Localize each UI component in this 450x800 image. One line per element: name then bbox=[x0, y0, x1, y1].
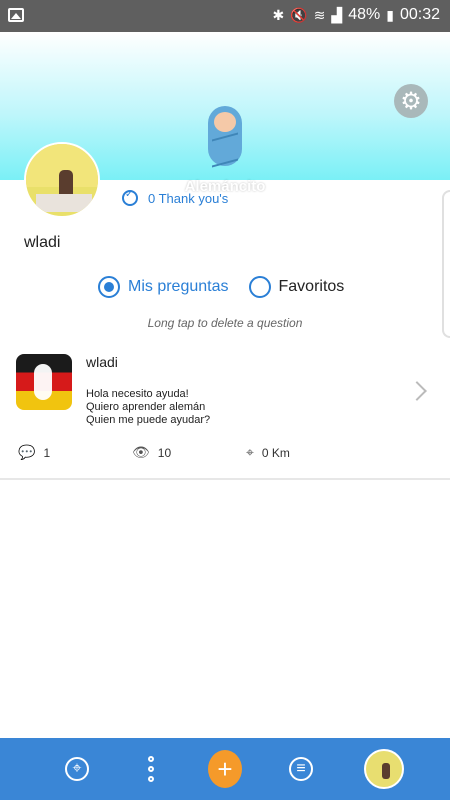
question-text: Hola necesito ayuda! Quiero aprender ale… bbox=[86, 388, 210, 427]
battery-icon: ▮ bbox=[386, 7, 394, 23]
distance-stat: ⌖ 0 Km bbox=[246, 444, 290, 461]
question-stats: 💬 1 👁 10 ⌖ 0 Km bbox=[0, 444, 450, 464]
chevron-right-icon[interactable] bbox=[407, 381, 427, 401]
radio-favoritos[interactable]: Favoritos bbox=[248, 276, 345, 298]
radio-mis-preguntas[interactable]: Mis preguntas bbox=[98, 276, 229, 298]
verified-badge-icon bbox=[122, 189, 138, 206]
status-bar: ✱ 🔇 ≋ ▟ 48% ▮ 00:32 bbox=[0, 0, 450, 32]
question-author-avatar bbox=[16, 354, 72, 410]
username: wladi bbox=[24, 234, 61, 251]
settings-gear-icon[interactable]: ⚙ bbox=[394, 84, 428, 118]
question-card[interactable]: wladi Hola necesito ayuda! Quiero aprend… bbox=[0, 340, 450, 480]
question-filter: Mis preguntas Favoritos bbox=[98, 276, 344, 298]
radio-label: Favoritos bbox=[278, 278, 345, 295]
comments-stat: 💬 1 bbox=[18, 444, 50, 461]
bottom-navigation: ⌖ + ≡ bbox=[0, 738, 450, 800]
question-line: Quiero aprender alemán bbox=[86, 401, 206, 413]
question-line: Quien me puede ayudar? bbox=[86, 414, 211, 426]
thank-yous-label: 0 Thank you's bbox=[148, 190, 229, 206]
image-icon bbox=[8, 8, 24, 22]
comments-count: 1 bbox=[43, 445, 51, 460]
status-icons: ✱ 🔇 ≋ ▟ 48% ▮ 00:32 bbox=[273, 6, 440, 24]
baby-level-icon bbox=[208, 106, 242, 168]
views-count: 10 bbox=[157, 445, 172, 460]
bluetooth-icon: ✱ bbox=[272, 7, 285, 23]
radio-label: Mis preguntas bbox=[128, 278, 229, 295]
more-vert-icon[interactable] bbox=[134, 752, 168, 786]
profile-avatar[interactable] bbox=[24, 142, 100, 218]
radio-selected-icon bbox=[98, 276, 120, 298]
battery-percent: 48% bbox=[348, 6, 381, 23]
profile-avatar bbox=[364, 749, 404, 789]
comment-icon: 💬 bbox=[18, 444, 36, 460]
question-author: wladi bbox=[86, 354, 118, 370]
location-pins-icon: ⌖ bbox=[246, 444, 254, 460]
eye-icon: 👁 bbox=[132, 444, 150, 460]
wifi-icon: ≋ bbox=[313, 7, 326, 23]
question-line: Hola necesito ayuda! bbox=[86, 388, 189, 400]
add-question-button[interactable]: + bbox=[208, 750, 242, 788]
clock: 00:32 bbox=[399, 6, 440, 23]
radio-unselected-icon bbox=[248, 276, 271, 298]
views-stat: 👁 10 bbox=[132, 444, 171, 461]
profile-nav-button[interactable] bbox=[364, 749, 404, 789]
mute-icon: 🔇 bbox=[290, 7, 308, 23]
map-pin-icon[interactable]: ⌖ bbox=[60, 752, 94, 786]
thank-yous: 0 Thank you's bbox=[122, 189, 229, 206]
add-icon: + bbox=[208, 750, 242, 788]
delete-hint: Long tap to delete a question bbox=[147, 316, 303, 330]
signal-icon: ▟ bbox=[331, 7, 343, 23]
list-icon[interactable]: ≡ bbox=[284, 752, 318, 786]
distance-value: 0 Km bbox=[261, 445, 290, 460]
